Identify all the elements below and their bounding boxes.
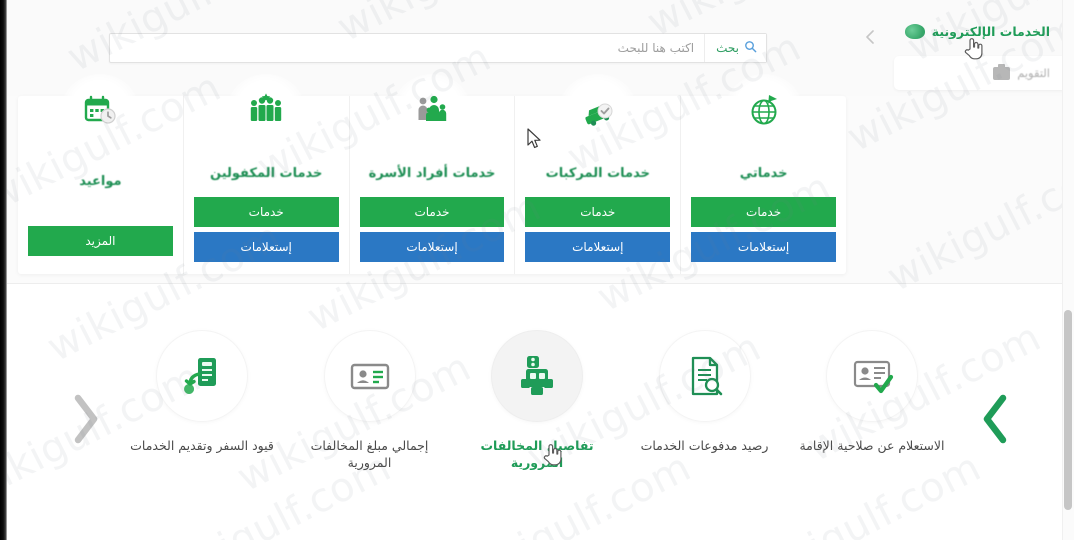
search-bar: بحث <box>109 33 767 63</box>
sub-nav-item[interactable]: التقويم <box>993 63 1050 80</box>
top-bar: الخدمات الإلكترونية التقويم بحث <box>7 0 1074 96</box>
service-cards-strip: خدماتي خدمات إستعلامات خدمات المركبات خد… <box>18 74 846 274</box>
travel-restriction-icon <box>179 353 225 399</box>
chevron-left-icon[interactable] <box>862 28 878 46</box>
card-buttons: خدمات إستعلامات <box>691 197 836 262</box>
quick-link-label: رصيد مدفوعات الخدمات <box>640 438 769 453</box>
quick-links-row: الاستعلام عن صلاحية الإقامة رصيد مدفوعات… <box>127 330 947 472</box>
id-card-icon <box>347 353 393 399</box>
card-title: خدمات المكفولين <box>210 166 323 181</box>
brand-electronic-services[interactable]: الخدمات الإلكترونية <box>904 24 1050 39</box>
calendar-clock-icon <box>80 90 120 130</box>
id-card-check-icon <box>849 353 895 399</box>
card-services-button[interactable]: خدمات <box>193 197 339 227</box>
family-icon <box>412 90 452 130</box>
card-inquiries-button[interactable]: إستعلامات <box>193 232 339 262</box>
leaf-logo-icon <box>904 24 925 39</box>
group-people-icon <box>246 90 286 130</box>
quick-links-section: الاستعلام عن صلاحية الإقامة رصيد مدفوعات… <box>7 284 1074 540</box>
brand-label: الخدمات الإلكترونية <box>931 24 1050 39</box>
search-button-label: بحث <box>716 41 739 55</box>
calendar-briefcase-icon <box>993 63 1011 80</box>
sub-nav-label: التقويم <box>1017 66 1050 80</box>
quick-link-label: قيود السفر وتقديم الخدمات <box>130 438 274 453</box>
search-input[interactable] <box>110 34 705 62</box>
quick-link-bubble <box>826 330 918 422</box>
quick-link-label: الاستعلام عن صلاحية الإقامة <box>799 438 945 453</box>
scrollbar-track[interactable] <box>1062 0 1074 540</box>
service-card[interactable]: خدماتي خدمات إستعلامات <box>680 74 846 274</box>
card-services-button[interactable]: خدمات <box>359 197 505 227</box>
scrollbar-thumb[interactable] <box>1064 310 1072 510</box>
quick-link-bubble <box>491 330 583 422</box>
app-window: الخدمات الإلكترونية التقويم بحث اكتب هنا… <box>0 0 1074 540</box>
card-icon-halo <box>61 74 140 146</box>
service-card[interactable]: خدمات المركبات خدمات إستعلامات <box>514 74 680 274</box>
service-card[interactable]: خدمات المكفولين خدمات إستعلامات <box>182 74 349 274</box>
card-services-button[interactable]: خدمات <box>691 197 836 227</box>
service-card[interactable]: مواعيد المزيد <box>18 74 183 274</box>
quick-link-item[interactable]: الاستعلام عن صلاحية الإقامة <box>797 330 947 472</box>
quick-link-item[interactable]: إجمالي مبلغ المخالفات المرورية <box>295 330 445 472</box>
service-card[interactable]: خدمات أفراد الأسرة خدمات إستعلامات <box>348 74 515 274</box>
card-buttons: المزيد <box>28 226 173 256</box>
card-buttons: خدمات إستعلامات <box>193 197 339 262</box>
card-services-button[interactable]: خدمات <box>525 197 671 227</box>
card-buttons: خدمات إستعلامات <box>525 197 671 262</box>
card-icon-halo <box>393 74 471 146</box>
card-icon-halo <box>227 74 306 146</box>
card-inquiries-button[interactable]: إستعلامات <box>525 232 671 262</box>
traffic-violation-icon <box>514 353 560 399</box>
card-more-button[interactable]: المزيد <box>28 226 173 256</box>
card-icon-halo <box>558 74 637 146</box>
card-inquiries-button[interactable]: إستعلامات <box>359 232 505 262</box>
card-title: خدمات المركبات <box>545 166 650 181</box>
chevron-left-arrow-icon[interactable] <box>65 392 105 446</box>
card-inquiries-button[interactable]: إستعلامات <box>691 232 836 262</box>
search-button[interactable]: بحث <box>704 34 766 62</box>
card-title: خدمات أفراد الأسرة <box>368 166 496 181</box>
chevron-right-arrow-icon[interactable] <box>976 392 1016 446</box>
search-icon <box>744 40 757 56</box>
globe-airplane-icon <box>744 90 784 130</box>
quick-link-label: إجمالي مبلغ المخالفات المرورية <box>310 438 429 470</box>
quick-link-item[interactable]: قيود السفر وتقديم الخدمات <box>127 330 277 472</box>
quick-link-bubble <box>156 330 248 422</box>
quick-link-bubble <box>658 330 751 422</box>
card-icon-halo <box>724 74 803 146</box>
quick-link-bubble <box>323 330 416 422</box>
car-check-icon <box>578 90 618 130</box>
quick-link-label: تفاصيل المخالفات المرورية <box>480 438 594 470</box>
quick-link-item[interactable]: رصيد مدفوعات الخدمات <box>630 330 780 472</box>
card-buttons: خدمات إستعلامات <box>359 197 505 262</box>
card-title: خدماتي <box>739 166 788 181</box>
quick-link-item[interactable]: تفاصيل المخالفات المرورية <box>462 330 612 472</box>
browser-left-edge <box>0 0 7 540</box>
card-title: مواعيد <box>79 174 122 189</box>
document-search-icon <box>682 353 728 399</box>
